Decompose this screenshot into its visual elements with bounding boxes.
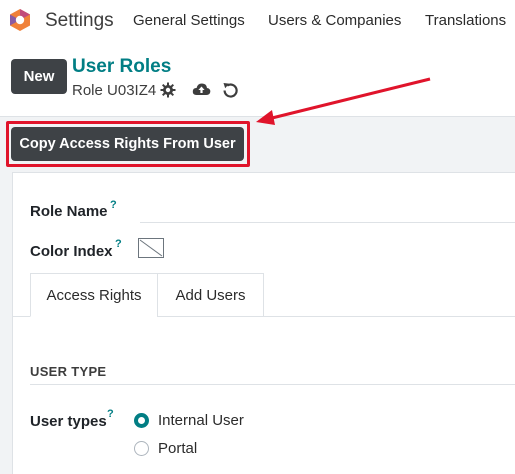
radio-portal-label[interactable]: Portal xyxy=(158,440,197,457)
role-name-help-icon[interactable]: ? xyxy=(110,199,117,211)
tab-add-users[interactable]: Add Users xyxy=(157,273,264,317)
cloud-upload-icon[interactable] xyxy=(192,81,211,98)
role-name-label: Role Name xyxy=(30,203,108,220)
tab-access-rights-label: Access Rights xyxy=(46,286,142,304)
section-separator xyxy=(30,384,515,385)
undo-icon[interactable] xyxy=(222,81,239,98)
radio-internal-user[interactable] xyxy=(134,413,149,428)
radio-portal[interactable] xyxy=(134,441,149,456)
new-button[interactable]: New xyxy=(11,59,67,94)
color-index-label: Color Index xyxy=(30,243,113,260)
control-panel: New User Roles Role U03IZ4 xyxy=(0,40,515,116)
annotation-highlight-box xyxy=(6,121,250,167)
color-index-help-icon[interactable]: ? xyxy=(115,238,122,250)
top-navbar: Settings General Settings Users & Compan… xyxy=(0,0,515,40)
nav-general-settings[interactable]: General Settings xyxy=(133,12,245,29)
tab-access-rights[interactable]: Access Rights xyxy=(30,273,158,317)
radio-internal-user-label[interactable]: Internal User xyxy=(158,412,244,429)
section-title-user-type: USER TYPE xyxy=(30,364,107,379)
user-types-label: User types xyxy=(30,413,107,430)
record-name: Role U03IZ4 xyxy=(72,82,157,99)
role-name-underline xyxy=(140,222,515,223)
settings-app-logo-icon[interactable] xyxy=(9,8,31,32)
app-name[interactable]: Settings xyxy=(45,10,114,32)
color-index-picker[interactable] xyxy=(138,238,164,258)
breadcrumb-user-roles[interactable]: User Roles xyxy=(72,56,171,78)
nav-users-companies[interactable]: Users & Companies xyxy=(268,12,401,29)
gear-icon[interactable] xyxy=(160,82,176,98)
nav-translations[interactable]: Translations xyxy=(425,12,506,29)
no-color-slash-icon xyxy=(139,239,163,257)
user-types-help-icon[interactable]: ? xyxy=(107,408,114,420)
tab-add-users-label: Add Users xyxy=(175,286,246,304)
